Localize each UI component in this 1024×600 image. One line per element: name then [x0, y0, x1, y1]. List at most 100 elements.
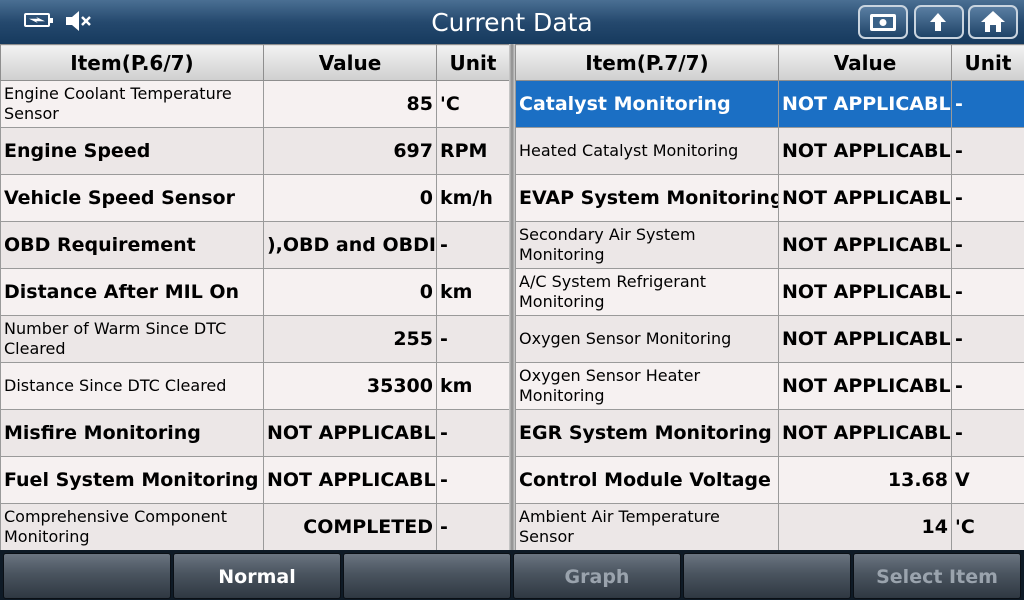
item-value: NOT APPLICABLE: [778, 409, 952, 457]
item-value: NOT APPLICABLE: [778, 315, 952, 363]
item-name: Ambient Air Temperature Sensor: [515, 503, 779, 551]
right-data-panel: Item(P.7/7) Value Unit Catalyst Monitori…: [515, 44, 1024, 551]
item-unit: RPM: [436, 127, 510, 175]
item-unit: -: [436, 456, 510, 504]
column-header-unit: Unit: [951, 44, 1024, 81]
table-row[interactable]: Misfire Monitoring NOT APPLICABLE -: [0, 409, 510, 457]
table-row[interactable]: Engine Coolant Temperature Sensor 85 'C: [0, 80, 510, 128]
item-unit: -: [436, 409, 510, 457]
normal-button[interactable]: Normal: [173, 553, 341, 599]
data-grid: Item(P.6/7) Value Unit Engine Coolant Te…: [0, 44, 1024, 551]
item-name: Catalyst Monitoring: [515, 80, 779, 128]
up-arrow-icon: [930, 13, 946, 31]
home-button[interactable]: [968, 5, 1018, 39]
item-unit: -: [951, 409, 1024, 457]
table-row[interactable]: Comprehensive Component Monitoring COMPLE…: [0, 503, 510, 551]
column-header-item: Item(P.7/7): [515, 44, 779, 81]
table-row[interactable]: A/C System Refrigerant Monitoring NOT APP…: [515, 268, 1024, 316]
screenshot-icon: [870, 14, 896, 31]
item-name: Vehicle Speed Sensor: [0, 174, 264, 222]
item-value: NOT APPLICABLE: [778, 221, 952, 269]
item-unit: -: [436, 503, 510, 551]
item-unit: -: [436, 315, 510, 363]
table-row[interactable]: EVAP System Monitoring NOT APPLICABLE -: [515, 174, 1024, 222]
table-row[interactable]: Ambient Air Temperature Sensor 14 'C: [515, 503, 1024, 551]
item-name: EGR System Monitoring: [515, 409, 779, 457]
table-row[interactable]: Control Module Voltage 13.68 V: [515, 456, 1024, 504]
item-unit: -: [951, 174, 1024, 222]
item-unit: -: [951, 268, 1024, 316]
item-unit: -: [951, 221, 1024, 269]
item-value: 13.68: [778, 456, 952, 504]
item-unit: 'C: [436, 80, 510, 128]
table-row-selected[interactable]: Catalyst Monitoring NOT APPLICABLE -: [515, 80, 1024, 128]
item-value: ),OBD and OBDII: [263, 221, 437, 269]
item-value: NOT APPLICABLE: [778, 127, 952, 175]
empty-button-2[interactable]: [343, 553, 511, 599]
bottom-toolbar: Normal Graph Select Item: [0, 550, 1024, 600]
item-value: 255: [263, 315, 437, 363]
item-value: 85: [263, 80, 437, 128]
item-unit: km: [436, 362, 510, 410]
item-name: Control Module Voltage: [515, 456, 779, 504]
item-value: COMPLETED: [263, 503, 437, 551]
item-value: 0: [263, 268, 437, 316]
item-unit: km: [436, 268, 510, 316]
item-unit: km/h: [436, 174, 510, 222]
item-name: Secondary Air System Monitoring: [515, 221, 779, 269]
table-row[interactable]: OBD Requirement),OBD and OBDII -: [0, 221, 510, 269]
table-row[interactable]: Oxygen Sensor Monitoring NOT APPLICABLE -: [515, 315, 1024, 363]
item-name: Engine Speed: [0, 127, 264, 175]
item-unit: -: [951, 362, 1024, 410]
column-header-value: Value: [263, 44, 437, 81]
item-unit: -: [951, 315, 1024, 363]
item-value: 697: [263, 127, 437, 175]
empty-button-1[interactable]: [3, 553, 171, 599]
item-value: NOT APPLICABLE: [778, 80, 952, 128]
left-data-panel: Item(P.6/7) Value Unit Engine Coolant Te…: [0, 44, 510, 551]
item-value: NOT APPLICABLE: [778, 268, 952, 316]
table-row[interactable]: Number of Warm Since DTC Cleared 255-: [0, 315, 510, 363]
table-row[interactable]: Fuel System Monitoring NOT APPLICABLE -: [0, 456, 510, 504]
item-unit: 'C: [951, 503, 1024, 551]
table-row[interactable]: Heated Catalyst Monitoring NOT APPLICABLE…: [515, 127, 1024, 175]
item-name: A/C System Refrigerant Monitoring: [515, 268, 779, 316]
title-bar: Current Data: [0, 0, 1024, 45]
item-value: NOT APPLICABLE: [778, 362, 952, 410]
column-header-item: Item(P.6/7): [0, 44, 264, 81]
item-value: 0: [263, 174, 437, 222]
item-value: 35300: [263, 362, 437, 410]
column-header-value: Value: [778, 44, 952, 81]
item-name: Oxygen Sensor Heater Monitoring: [515, 362, 779, 410]
item-value: NOT APPLICABLE: [263, 456, 437, 504]
screenshot-button[interactable]: [858, 5, 908, 39]
item-value: NOT APPLICABLE: [263, 409, 437, 457]
home-icon: [981, 11, 1005, 32]
item-unit: -: [951, 127, 1024, 175]
empty-button-3[interactable]: [683, 553, 851, 599]
item-unit: -: [436, 221, 510, 269]
item-unit: V: [951, 456, 1024, 504]
graph-button[interactable]: Graph: [513, 553, 681, 599]
item-name: Heated Catalyst Monitoring: [515, 127, 779, 175]
item-name: Number of Warm Since DTC Cleared: [0, 315, 264, 363]
table-row[interactable]: EGR System Monitoring NOT APPLICABLE -: [515, 409, 1024, 457]
table-row[interactable]: Engine Speed 697 RPM: [0, 127, 510, 175]
item-name: Comprehensive Component Monitoring: [0, 503, 264, 551]
item-value: NOT APPLICABLE: [778, 174, 952, 222]
item-name: EVAP System Monitoring: [515, 174, 779, 222]
item-unit: -: [951, 80, 1024, 128]
item-name: Misfire Monitoring: [0, 409, 264, 457]
item-name: OBD Requirement: [0, 221, 264, 269]
item-name: Fuel System Monitoring: [0, 456, 264, 504]
table-row[interactable]: Oxygen Sensor Heater Monitoring NOT APPLI…: [515, 362, 1024, 410]
table-row[interactable]: Secondary Air System Monitoring NOT APPLI…: [515, 221, 1024, 269]
table-row[interactable]: Distance Since DTC Cleared 35300 km: [0, 362, 510, 410]
item-name: Oxygen Sensor Monitoring: [515, 315, 779, 363]
back-button[interactable]: [914, 5, 964, 39]
item-name: Engine Coolant Temperature Sensor: [0, 80, 264, 128]
item-name: Distance Since DTC Cleared: [0, 362, 264, 410]
select-item-button[interactable]: Select Item: [853, 553, 1021, 599]
table-row[interactable]: Distance After MIL On 0 km: [0, 268, 510, 316]
table-row[interactable]: Vehicle Speed Sensor 0 km/h: [0, 174, 510, 222]
